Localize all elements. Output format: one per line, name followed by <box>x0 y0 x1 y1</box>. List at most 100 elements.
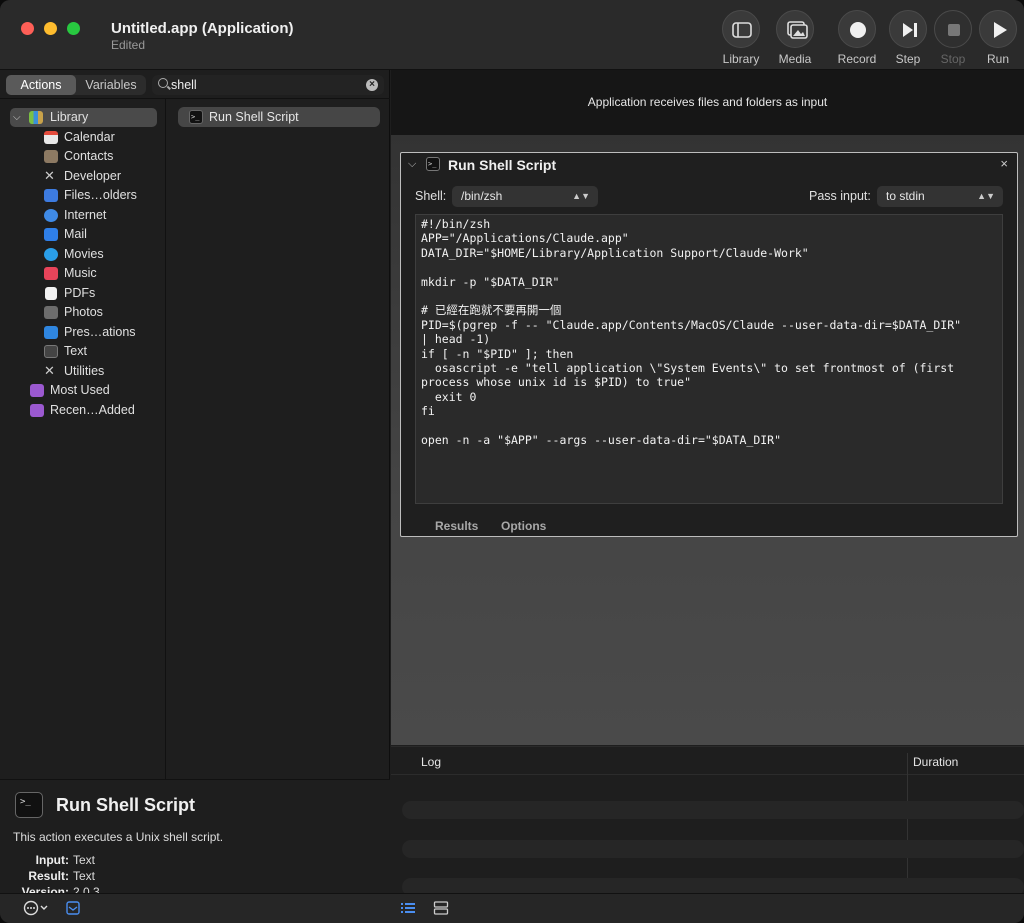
sidebar-item-utilities[interactable]: ✕ Utilities <box>0 362 166 381</box>
automator-window: Untitled.app (Application) Edited Librar… <box>0 0 1024 923</box>
description-text: This action executes a Unix shell script… <box>13 830 224 844</box>
media-button[interactable]: Media <box>770 10 820 66</box>
step-icon <box>903 23 917 37</box>
pass-input-label: Pass input: <box>809 189 871 203</box>
sidebar-item-recently-added[interactable]: Recen…Added <box>0 401 166 420</box>
terminal-icon: >_ <box>15 792 43 818</box>
sidebar-item-pdfs[interactable]: PDFs <box>0 284 166 303</box>
record-icon <box>850 22 866 38</box>
shell-label: Shell: <box>415 189 447 203</box>
terminal-icon: >_ <box>426 157 440 171</box>
terminal-icon: >_ <box>189 110 203 124</box>
step-button[interactable]: Step <box>883 10 933 66</box>
tab-variables[interactable]: Variables <box>76 75 146 95</box>
step-label: Step <box>895 52 921 66</box>
library-label: Library <box>722 52 760 66</box>
text-icon <box>44 345 58 358</box>
tab-results[interactable]: Results <box>435 519 478 533</box>
music-icon <box>44 267 58 280</box>
close-window-button[interactable] <box>21 22 34 35</box>
photo-icon <box>787 21 808 39</box>
sidebar-item-library[interactable]: ⌵ Library <box>10 108 157 127</box>
sidebar-item-developer[interactable]: ✕ Developer <box>0 167 166 186</box>
description-toggle-icon[interactable] <box>65 900 81 916</box>
sidebar-item-music[interactable]: Music <box>0 264 166 283</box>
library-books-icon <box>29 111 43 124</box>
sidebar-item-contacts[interactable]: Contacts <box>0 147 166 166</box>
toolbar: Untitled.app (Application) Edited Librar… <box>0 0 1024 70</box>
library-button[interactable]: Library <box>716 10 766 66</box>
sidebar-item-text[interactable]: Text <box>0 342 166 361</box>
keynote-icon <box>44 326 58 339</box>
run-shell-script-action: ⌵ >_ Run Shell Script × Shell: /bin/zsh … <box>400 152 1018 537</box>
search-icon <box>158 78 168 88</box>
sidebar-item-most-used[interactable]: Most Used <box>0 381 166 400</box>
clear-search-icon[interactable]: × <box>366 79 378 91</box>
version-info: Version: 2.0.3 <box>21 885 100 893</box>
result-info: Result: Text <box>28 869 96 883</box>
log-row <box>402 878 1024 893</box>
pass-input-select[interactable]: to stdin ▲▼ <box>877 186 1003 207</box>
close-icon[interactable]: × <box>1000 156 1008 171</box>
tab-options[interactable]: Options <box>501 519 546 533</box>
log-row <box>402 840 1024 858</box>
quicktime-icon <box>44 248 58 261</box>
run-label: Run <box>986 52 1009 66</box>
search-field: × <box>152 75 384 95</box>
minimize-window-button[interactable] <box>44 22 57 35</box>
chevron-up-down-icon: ▲▼ <box>977 191 995 201</box>
sidebar-item-photos[interactable]: Photos <box>0 303 166 322</box>
library-pane: Actions Variables × ⌵ Library Calendar C… <box>0 70 390 893</box>
window-title: Untitled.app (Application) <box>111 20 294 37</box>
contacts-icon <box>44 150 58 163</box>
log-column-header[interactable]: Log <box>421 755 441 769</box>
actions-variables-segmented: Actions Variables <box>6 75 146 95</box>
input-info: Input: Text <box>35 853 96 867</box>
tools-icon: ✕ <box>44 168 55 183</box>
workflow-area: Application receives files and folders a… <box>391 70 1024 745</box>
sidebar-item-internet[interactable]: Internet <box>0 206 166 225</box>
chevron-down-icon[interactable]: ⌵ <box>408 158 416 171</box>
sidebar-item-files-folders[interactable]: Files…olders <box>0 186 166 205</box>
shell-select[interactable]: /bin/zsh ▲▼ <box>452 186 598 207</box>
tools-icon: ✕ <box>44 363 55 378</box>
search-input[interactable] <box>171 76 361 94</box>
photos-icon <box>44 306 58 319</box>
smart-folder-icon <box>30 384 44 397</box>
stop-icon <box>948 24 960 36</box>
split-view-icon[interactable] <box>433 900 449 916</box>
sidebar-item-mail[interactable]: Mail <box>0 225 166 244</box>
tab-actions[interactable]: Actions <box>6 75 76 95</box>
stop-button[interactable]: Stop <box>928 10 978 66</box>
sidebar-item-calendar[interactable]: Calendar <box>0 128 166 147</box>
sidebar-icon <box>732 22 752 38</box>
log-row <box>402 801 1024 819</box>
record-label: Record <box>837 52 877 66</box>
script-editor[interactable]: #!/bin/zsh APP="/Applications/Claude.app… <box>415 214 1003 504</box>
finder-icon <box>44 189 58 202</box>
play-icon <box>994 22 1007 38</box>
stop-label: Stop <box>940 52 966 66</box>
actions-list: >_ Run Shell Script <box>167 99 390 779</box>
chevron-down-icon[interactable]: ⌵ <box>13 108 21 127</box>
globe-icon <box>44 209 58 222</box>
workflow-input-banner: Application receives files and folders a… <box>391 70 1024 135</box>
pdf-icon <box>45 287 57 300</box>
log-pane: Log Duration <box>391 746 1024 893</box>
more-options-icon[interactable] <box>22 899 52 917</box>
duration-column-header[interactable]: Duration <box>913 755 958 769</box>
description-title: Run Shell Script <box>56 795 196 815</box>
chevron-up-down-icon: ▲▼ <box>572 191 590 201</box>
sidebar-item-presentations[interactable]: Pres…ations <box>0 323 166 342</box>
action-item-label: Run Shell Script <box>209 110 299 124</box>
zoom-window-button[interactable] <box>67 22 80 35</box>
sidebar-item-label: Library <box>50 110 89 124</box>
bottom-bar <box>0 893 1024 923</box>
action-item-run-shell-script[interactable]: >_ Run Shell Script <box>178 107 380 127</box>
record-button[interactable]: Record <box>832 10 882 66</box>
action-title: Run Shell Script <box>448 157 557 173</box>
run-button[interactable]: Run <box>973 10 1023 66</box>
sidebar-item-movies[interactable]: Movies <box>0 245 166 264</box>
list-view-icon[interactable] <box>400 900 416 916</box>
log-header: Log Duration <box>391 747 1024 775</box>
